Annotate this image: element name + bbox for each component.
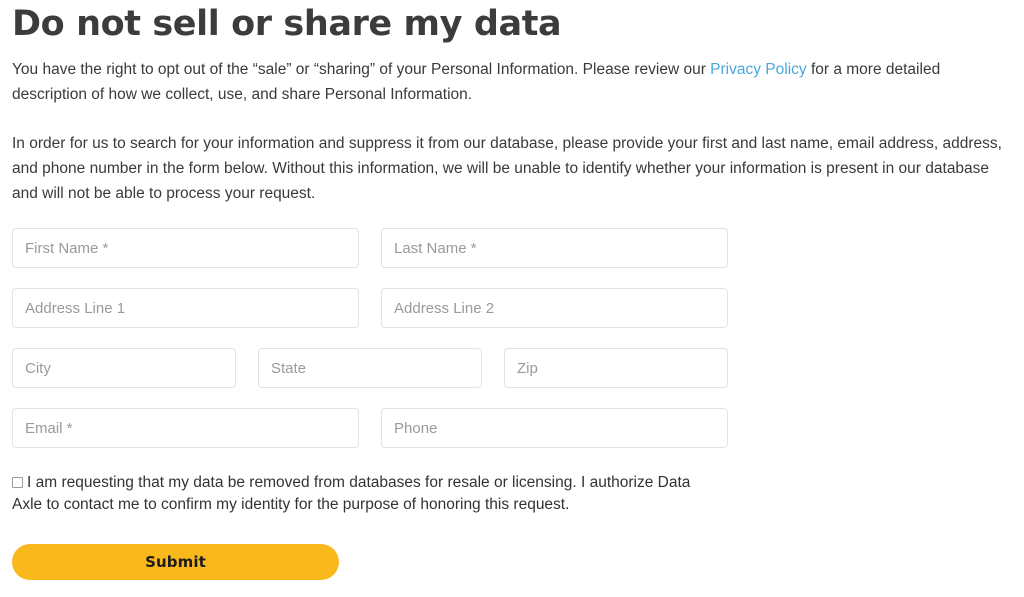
page-title: Do not sell or share my data (12, 4, 562, 44)
form-row-city-state-zip (12, 348, 1012, 388)
zip-input[interactable] (504, 348, 728, 388)
address-line-1-input[interactable] (12, 288, 359, 328)
form-row-address (12, 288, 1012, 328)
address-line-2-input[interactable] (381, 288, 728, 328)
submit-row: Submit (12, 544, 1012, 580)
first-name-input[interactable] (12, 228, 359, 268)
intro-paragraph-1: You have the right to opt out of the “sa… (12, 57, 1012, 107)
intro-paragraph-1-text-before-link: You have the right to opt out of the “sa… (12, 61, 711, 78)
consent-label: I am requesting that my data be removed … (12, 474, 691, 513)
privacy-policy-link[interactable]: Privacy Policy (710, 61, 806, 78)
form-row-contact (12, 408, 1012, 448)
form-row-name (12, 228, 1012, 268)
do-not-sell-page: Do not sell or share my data You have th… (0, 0, 1024, 597)
last-name-input[interactable] (381, 228, 728, 268)
email-input[interactable] (12, 408, 359, 448)
city-input[interactable] (12, 348, 236, 388)
intro-paragraph-2: In order for us to search for your infor… (12, 135, 1002, 202)
consent-row[interactable]: I am requesting that my data be removed … (12, 472, 712, 516)
submit-button[interactable]: Submit (12, 544, 339, 580)
state-input[interactable] (258, 348, 482, 388)
consent-checkbox[interactable] (12, 477, 23, 488)
data-removal-form: I am requesting that my data be removed … (12, 228, 1012, 580)
phone-input[interactable] (381, 408, 728, 448)
